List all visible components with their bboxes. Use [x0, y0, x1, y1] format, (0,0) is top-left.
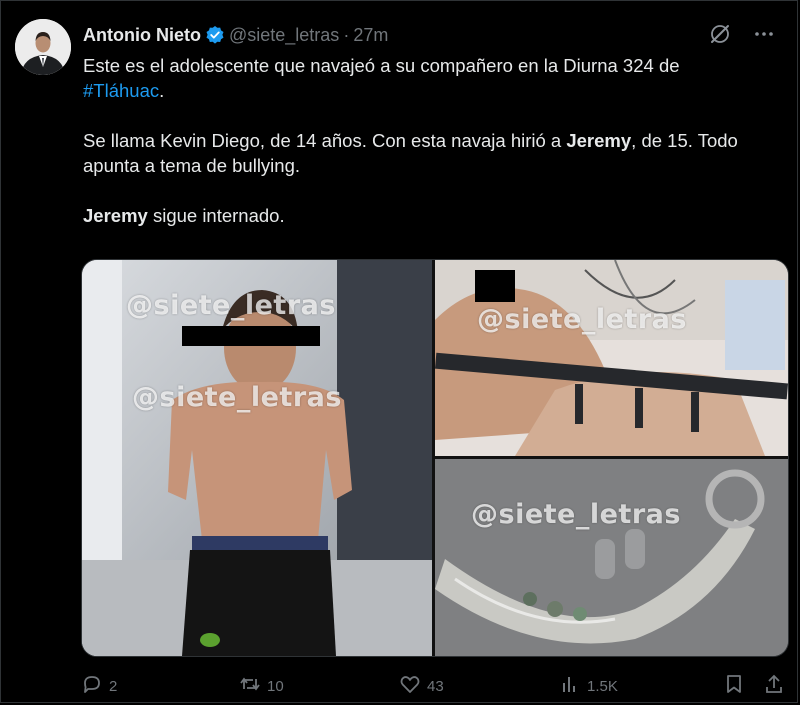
- repost-button[interactable]: 10: [239, 673, 284, 699]
- bookmark-icon: [723, 673, 745, 699]
- hashtag-link[interactable]: #Tláhuac: [83, 80, 159, 101]
- more-icon[interactable]: [753, 23, 775, 45]
- paragraph-1: Este es el adolescente que navajeó a su …: [83, 55, 680, 101]
- watermark-text: @siete_letras: [132, 382, 342, 413]
- like-count: 43: [427, 677, 444, 695]
- views-count: 1.5K: [587, 677, 618, 695]
- grok-icon[interactable]: [709, 23, 731, 45]
- action-bar: 2 10 43 1.5K: [81, 673, 782, 701]
- like-icon: [399, 673, 421, 699]
- reply-count: 2: [109, 677, 118, 695]
- tweet-card[interactable]: Antonio Nieto @siete_letras · 27m Este e…: [0, 0, 798, 703]
- watermark-text: @siete_letras: [126, 290, 336, 321]
- paragraph-2: Se llama Kevin Diego, de 14 años. Con es…: [83, 130, 738, 176]
- paragraph-3: Jeremy sigue internado.: [83, 205, 285, 226]
- reply-button[interactable]: 2: [81, 673, 117, 699]
- watermark-text: @siete_letras: [471, 499, 681, 530]
- photo-suspect[interactable]: @siete_letras @siete_letras: [82, 260, 432, 656]
- verified-badge-icon: [205, 25, 225, 45]
- tweet-header: Antonio Nieto @siete_letras · 27m: [83, 23, 388, 47]
- tweet-timestamp[interactable]: 27m: [353, 25, 388, 46]
- separator-dot: ·: [343, 24, 350, 45]
- tweet-text: Este es el adolescente que navajeó a su …: [83, 53, 773, 228]
- bookmark-button[interactable]: [723, 673, 745, 699]
- repost-count: 10: [267, 677, 284, 695]
- photo-hospital[interactable]: @siete_letras: [434, 260, 788, 456]
- like-button[interactable]: 43: [399, 673, 444, 699]
- media-grid: @siete_letras @siete_letras @siete_letra…: [81, 259, 789, 657]
- share-icon: [763, 673, 785, 699]
- photo-knife[interactable]: @siete_letras: [435, 459, 788, 656]
- author-handle[interactable]: @siete_letras: [229, 25, 339, 46]
- views-icon: [559, 673, 581, 699]
- watermark-text: @siete_letras: [477, 304, 687, 335]
- avatar[interactable]: [15, 19, 71, 75]
- author-name[interactable]: Antonio Nieto: [83, 25, 201, 46]
- repost-icon: [239, 673, 261, 699]
- share-button[interactable]: [763, 673, 785, 699]
- views-button[interactable]: 1.5K: [559, 673, 618, 699]
- reply-icon: [81, 673, 103, 699]
